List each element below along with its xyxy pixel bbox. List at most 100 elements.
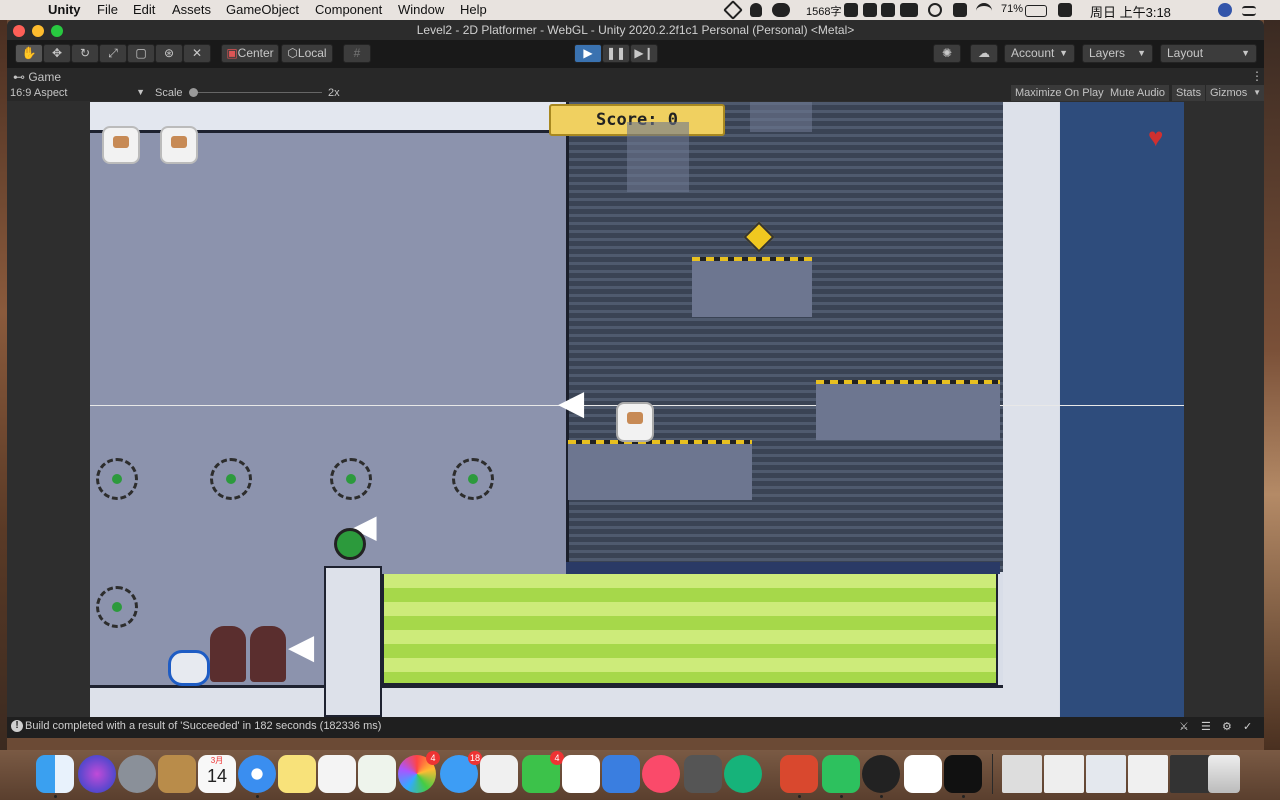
- gizmos-label: Gizmos: [1210, 87, 1248, 99]
- console-status-bar[interactable]: ! Build completed with a result of 'Succ…: [7, 717, 1264, 738]
- ghost-block: [750, 102, 812, 132]
- settings-icon[interactable]: ⚙: [1222, 720, 1232, 733]
- notification-center-icon[interactable]: [1242, 6, 1256, 16]
- transform-tool-button[interactable]: ⊛: [155, 44, 183, 63]
- keyboard-icon[interactable]: [881, 3, 895, 17]
- local-space-icon: ⬡: [287, 46, 298, 60]
- move-tool-button[interactable]: ✥: [43, 44, 71, 63]
- powerpoint-icon[interactable]: [780, 755, 818, 793]
- launchpad-icon[interactable]: [118, 755, 156, 793]
- upper-platform: [692, 257, 812, 317]
- face-icon[interactable]: [928, 3, 942, 17]
- textedit-icon[interactable]: [480, 755, 518, 793]
- maximize-on-play-toggle[interactable]: Maximize On Play: [1011, 85, 1108, 101]
- game-canvas[interactable]: Score: 0 ♥ ◀ ◀ ◀: [90, 102, 1184, 717]
- scale-slider-track[interactable]: [192, 92, 322, 93]
- qq-icon[interactable]: [862, 755, 900, 793]
- window-thumbnail-icon[interactable]: [1170, 755, 1210, 793]
- window-thumbnail-icon[interactable]: [1002, 755, 1042, 793]
- layout-dropdown[interactable]: Layout ▼: [1160, 44, 1257, 63]
- trash-icon[interactable]: [1208, 755, 1240, 793]
- grammarly-icon[interactable]: [1058, 3, 1072, 17]
- rect-tool-button[interactable]: ▢: [127, 44, 155, 63]
- transform-icon: ⊛: [163, 46, 175, 60]
- notes-icon[interactable]: [278, 755, 316, 793]
- shield-icon[interactable]: [953, 3, 967, 17]
- clock[interactable]: 周日 上午3:18: [1090, 2, 1171, 21]
- menu-assets[interactable]: Assets: [172, 2, 211, 17]
- cloud-button[interactable]: ☁: [970, 44, 998, 63]
- notification-badge: 4: [426, 751, 440, 765]
- reminders-icon[interactable]: [318, 755, 356, 793]
- word-count[interactable]: 1568字: [806, 3, 841, 19]
- send-icon[interactable]: [723, 0, 743, 20]
- space-label: Local: [297, 46, 327, 60]
- hand-tool-button[interactable]: ✋: [15, 44, 43, 63]
- window-thumbnail-icon[interactable]: [1044, 755, 1084, 793]
- contacts-icon[interactable]: [158, 755, 196, 793]
- safari-icon[interactable]: [238, 755, 276, 793]
- cast-icon[interactable]: [900, 3, 918, 17]
- gizmos-dropdown[interactable]: Gizmos ▼: [1206, 85, 1264, 101]
- finder-icon[interactable]: [36, 755, 74, 793]
- layers-dropdown[interactable]: Layers ▼: [1082, 44, 1153, 63]
- mic-icon[interactable]: [863, 3, 877, 17]
- aspect-dropdown[interactable]: 16:9 Aspect ▼: [10, 87, 145, 99]
- photos-icon[interactable]: 4: [398, 751, 440, 793]
- unity-window: Level2 - 2D Platformer - WebGL - Unity 2…: [7, 20, 1264, 738]
- wifi-icon[interactable]: [976, 3, 992, 20]
- menu-help[interactable]: Help: [460, 2, 487, 17]
- calendar-icon[interactable]: 3月 14: [198, 755, 236, 793]
- window-thumbnail-icon[interactable]: [1128, 755, 1168, 793]
- play-button[interactable]: ▶: [574, 44, 602, 63]
- space-local-toggle[interactable]: ⬡Local: [281, 44, 333, 63]
- screenshot-icon[interactable]: [684, 755, 722, 793]
- unity-editor-icon[interactable]: [944, 755, 982, 793]
- check-icon[interactable]: ✓: [1243, 720, 1252, 733]
- qq-icon[interactable]: [750, 3, 762, 17]
- music-icon[interactable]: [642, 755, 680, 793]
- scale-slider-handle[interactable]: [189, 88, 198, 97]
- mute-audio-toggle[interactable]: Mute Audio: [1106, 85, 1170, 101]
- keynote-icon[interactable]: [602, 755, 640, 793]
- numbers-icon[interactable]: [562, 755, 600, 793]
- facetime-icon[interactable]: 4: [522, 751, 564, 793]
- menu-window[interactable]: Window: [398, 2, 444, 17]
- collab-button[interactable]: ✺: [933, 44, 961, 63]
- pause-button[interactable]: ❚❚: [602, 44, 630, 63]
- spinner-enemy: [210, 458, 252, 500]
- spawn-capsule: [168, 650, 210, 686]
- unity-hub-icon[interactable]: [904, 755, 942, 793]
- more-options-icon[interactable]: ⋮: [1251, 69, 1263, 83]
- player-astronaut: [616, 402, 654, 442]
- menu-edit[interactable]: Edit: [133, 2, 155, 17]
- maps-icon[interactable]: [358, 755, 396, 793]
- menu-file[interactable]: File: [97, 2, 118, 17]
- window-thumbnail-icon[interactable]: [1086, 755, 1126, 793]
- stats-toggle[interactable]: Stats: [1172, 85, 1206, 101]
- custom-tool-button[interactable]: ✕: [183, 44, 211, 63]
- pivot-center-toggle[interactable]: ▣Center: [221, 44, 279, 63]
- debug-off-icon[interactable]: ⚔: [1179, 720, 1189, 733]
- messages-icon[interactable]: 18: [440, 751, 482, 793]
- screen-record-icon[interactable]: [844, 3, 858, 17]
- battery-icon[interactable]: [1025, 5, 1047, 17]
- running-indicator: [880, 795, 883, 798]
- rotate-tool-button[interactable]: ↻: [71, 44, 99, 63]
- grammarly-icon[interactable]: [724, 755, 762, 793]
- game-tab[interactable]: ⊷ Game: [13, 70, 61, 84]
- window-title-bar: Level2 - 2D Platformer - WebGL - Unity 2…: [7, 20, 1264, 40]
- app-menu-unity[interactable]: Unity: [48, 2, 81, 17]
- wechat-icon[interactable]: [822, 755, 860, 793]
- menu-component[interactable]: Component: [315, 2, 382, 17]
- siri-icon[interactable]: [78, 755, 116, 793]
- cache-icon[interactable]: ☰: [1201, 720, 1211, 733]
- menu-gameobject[interactable]: GameObject: [226, 2, 299, 17]
- wechat-icon[interactable]: [772, 3, 790, 17]
- scale-tool-button[interactable]: ⤢: [99, 44, 127, 63]
- layers-label: Layers: [1089, 46, 1126, 60]
- account-dropdown[interactable]: Account ▼: [1004, 44, 1075, 63]
- grid-snap-button[interactable]: #: [343, 44, 371, 63]
- step-button[interactable]: ▶❙: [630, 44, 658, 63]
- user-avatar-icon[interactable]: [1218, 3, 1232, 17]
